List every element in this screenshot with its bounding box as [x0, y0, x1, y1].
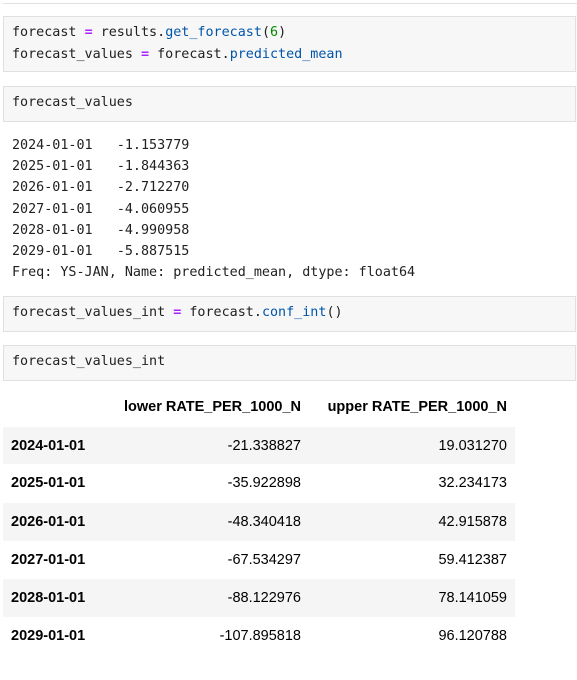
column-header-upper: upper RATE_PER_1000_N [309, 388, 515, 427]
code-token-paren: ) [278, 25, 287, 40]
code-token-object: results. [100, 25, 166, 40]
cell-upper: 78.141059 [438, 590, 507, 607]
cell-lower: -67.534297 [227, 551, 301, 568]
cell-upper: 96.120788 [438, 628, 507, 645]
row-index: 2026-01-01 [11, 513, 86, 530]
series-row: 2024-01-01 -1.153779 [12, 138, 189, 153]
series-index: 2027-01-01 [12, 201, 93, 217]
row-index: 2025-01-01 [11, 475, 86, 492]
row-index: 2028-01-01 [11, 590, 86, 607]
row-index: 2029-01-01 [11, 628, 86, 645]
code-editor[interactable]: forecast = results.get_forecast(6) forec… [4, 17, 575, 71]
cell-lower: -107.895818 [219, 628, 301, 645]
index-header [3, 388, 107, 427]
series-index: 2026-01-01 [12, 180, 93, 196]
table-row: 2024-01-01 -21.338827 19.031270 [3, 426, 515, 465]
series-value: -2.712270 [116, 180, 190, 196]
series-value: -4.990958 [116, 222, 190, 238]
series-row: 2026-01-01 -2.712270 [12, 180, 189, 195]
series-row: 2029-01-01 -5.887515 [12, 244, 189, 259]
code-editor[interactable]: forecast_values [4, 87, 575, 119]
cell-lower: -88.122976 [227, 590, 301, 607]
code-cell-conf-int[interactable]: forecast_values_int = forecast.conf_int(… [3, 296, 576, 332]
cell-upper: 59.412387 [438, 551, 507, 568]
code-token-object: forecast. [189, 305, 262, 320]
table-row: 2029-01-01 -107.895818 96.120788 [3, 617, 515, 656]
code-token-operator: = [173, 305, 182, 320]
series-value: -5.887515 [116, 244, 190, 260]
series-value: -1.153779 [116, 138, 190, 153]
table-row: 2025-01-01 -35.922898 32.234173 [3, 464, 515, 503]
cell-upper: 42.915878 [438, 513, 507, 530]
table-header-row: lower RATE_PER_1000_N upper RATE_PER_100… [3, 388, 515, 427]
cell-upper: 32.234173 [438, 475, 507, 492]
code-token-function: get_forecast [165, 25, 262, 40]
series-index: 2025-01-01 [12, 159, 93, 175]
series-index: 2024-01-01 [12, 138, 93, 153]
code-token-variable: forecast_values [12, 47, 133, 62]
cell-lower: -35.922898 [227, 475, 301, 492]
cell-upper: 19.031270 [438, 437, 507, 454]
code-token-paren: () [326, 305, 343, 320]
code-token-attribute: predicted_mean [229, 47, 343, 62]
code-token-operator: = [84, 25, 93, 40]
code-token-paren: ( [261, 25, 270, 40]
series-index: 2028-01-01 [12, 222, 93, 238]
code-editor[interactable]: forecast_values_int = forecast.conf_int(… [4, 297, 575, 329]
code-cell-forecast-values-int[interactable]: forecast_values_int [3, 345, 576, 381]
series-row: 2028-01-01 -4.990958 [12, 223, 189, 238]
code-token-operator: = [141, 47, 150, 62]
series-index: 2029-01-01 [12, 244, 93, 260]
series-value: -1.844363 [116, 159, 190, 175]
row-index: 2027-01-01 [11, 551, 86, 568]
code-token-variable: forecast_values_int [12, 354, 166, 369]
row-index: 2024-01-01 [11, 437, 86, 454]
previous-cell-edge [3, 0, 577, 4]
table-row: 2027-01-01 -67.534297 59.412387 [3, 540, 515, 579]
cell-lower: -48.340418 [227, 513, 301, 530]
code-token-function: conf_int [261, 305, 327, 320]
code-token-variable: forecast_values [12, 95, 133, 110]
table-row: 2026-01-01 -48.340418 42.915878 [3, 502, 515, 541]
cell-lower: -21.338827 [227, 437, 301, 454]
code-cell-forecast[interactable]: forecast = results.get_forecast(6) forec… [3, 16, 576, 72]
series-footer: Freq: YS-JAN, Name: predicted_mean, dtyp… [12, 265, 416, 281]
series-value: -4.060955 [116, 201, 190, 217]
code-token-number: 6 [270, 25, 279, 40]
column-header-lower: lower RATE_PER_1000_N [107, 388, 309, 427]
table-row: 2028-01-01 -88.122976 78.141059 [3, 578, 515, 618]
series-row: 2025-01-01 -1.844363 [12, 159, 189, 174]
series-row: 2027-01-01 -4.060955 [12, 202, 189, 217]
cell-output-series: 2024-01-01 -1.153779 2025-01-01 -1.84436… [12, 135, 415, 283]
dataframe-output: lower RATE_PER_1000_N upper RATE_PER_100… [3, 388, 515, 656]
code-token-object: forecast. [157, 47, 230, 62]
code-token-variable: forecast_values_int [12, 305, 166, 320]
code-cell-forecast-values[interactable]: forecast_values [3, 86, 576, 122]
code-token-variable: forecast [12, 25, 77, 40]
code-editor[interactable]: forecast_values_int [4, 346, 575, 378]
